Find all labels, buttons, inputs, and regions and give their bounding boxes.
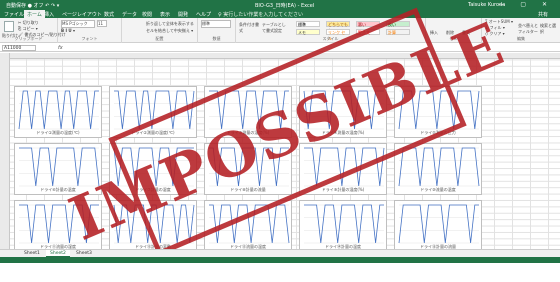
quick-access-toolbar[interactable]: 自動保存 ● オフ ↶ ↷ ▾ <box>6 2 59 9</box>
tab-file[interactable]: ファイル <box>4 11 24 18</box>
cell-style-swatch[interactable]: 標準 <box>296 21 320 27</box>
line-chart[interactable]: ドライ⑭計量の温度 <box>299 200 387 252</box>
chart-title: ドライ①測量の温度(℃) <box>36 130 80 135</box>
chart-title: ドライ⑩流量の温度 <box>420 187 456 192</box>
series-line <box>398 204 479 244</box>
find-select-button[interactable]: 検索と選択 <box>540 23 558 35</box>
tab-page-layout[interactable]: ページレイアウト <box>62 11 102 18</box>
line-chart[interactable]: ドライ①測量の温度(℃) <box>14 86 102 138</box>
series-line <box>398 147 480 187</box>
paste-icon[interactable] <box>4 21 14 32</box>
status-bar <box>0 257 560 263</box>
cell-style-swatch[interactable]: どちらでもない <box>326 21 350 33</box>
series-line <box>18 90 99 130</box>
tab-formulas[interactable]: 数式 <box>104 11 114 18</box>
cell-style-swatch[interactable]: リンク セル <box>326 29 350 41</box>
group-label: 数値 <box>212 36 221 41</box>
sheet-tab[interactable]: Sheet1 <box>20 250 44 257</box>
wrap-text-button[interactable]: 折り返して全体を表示する <box>146 21 194 27</box>
name-box[interactable]: A11000 <box>2 45 36 51</box>
group-clipboard: 貼り付け ✂ 切り取り ⎘ コピー ▾ 🖌 書式のコピー/貼り付け クリップボー… <box>0 18 66 43</box>
line-chart[interactable]: ドライ⑮計量の流量 <box>394 200 482 252</box>
conditional-format-button[interactable]: 条件付き書式 <box>239 22 259 34</box>
tab-view[interactable]: 表示 <box>160 11 170 18</box>
font-name-select[interactable]: MS Pゴシック <box>61 20 95 28</box>
group-font: MS Pゴシック 11 B I U ▾ フォント <box>58 18 122 43</box>
series-line <box>304 204 384 244</box>
group-number: 標準 数値 <box>198 18 236 43</box>
row-header-column[interactable] <box>0 53 10 249</box>
cell-style-swatch[interactable]: メモ <box>296 29 320 35</box>
tab-review[interactable]: 校閲 <box>142 11 152 18</box>
sheet-tab-active[interactable]: Sheet2 <box>46 250 70 257</box>
tab-data[interactable]: データ <box>122 11 137 18</box>
tab-help[interactable]: ヘルプ <box>196 11 211 18</box>
font-size-select[interactable]: 11 <box>97 20 107 27</box>
window-controls[interactable]: — ▢ ✕ <box>498 1 554 8</box>
tab-home[interactable]: ホーム <box>24 10 45 18</box>
number-format-select[interactable]: 標準 <box>201 20 231 28</box>
group-label: 配置 <box>155 36 164 41</box>
title-bar: 自動保存 ● オフ ↶ ↷ ▾ BIO-G3_日時(EA) - Excel Ta… <box>0 0 560 9</box>
merge-center-button[interactable]: セルを結合して中央揃え ▾ <box>146 28 193 34</box>
tab-developer[interactable]: 開発 <box>178 11 188 18</box>
tab-insert[interactable]: 挿入 <box>44 11 54 18</box>
tell-me-search[interactable]: ♀ 実行したい作業を入力してください <box>218 11 303 18</box>
sheet-tabs-bar: Sheet1 Sheet2 Sheet3 <box>0 249 560 257</box>
share-button[interactable]: 共有 <box>538 11 548 18</box>
sort-filter-button[interactable]: 並べ替えとフィルター <box>518 23 538 35</box>
group-label: クリップボード <box>14 36 43 41</box>
window-title: BIO-G3_日時(EA) - Excel <box>255 3 315 9</box>
font-style-buttons[interactable]: B I U ▾ <box>61 28 75 33</box>
sheet-tab[interactable]: Sheet3 <box>72 250 96 257</box>
group-alignment: 折り返して全体を表示する セルを結合して中央揃え ▾ 配置 <box>122 18 198 43</box>
format-as-table-button[interactable]: テーブルとして書式設定 <box>262 22 288 34</box>
line-chart[interactable]: ドライ⑩流量の温度 <box>394 143 482 195</box>
group-label: フォント <box>81 36 98 41</box>
fx-icon[interactable]: fx <box>58 45 63 51</box>
